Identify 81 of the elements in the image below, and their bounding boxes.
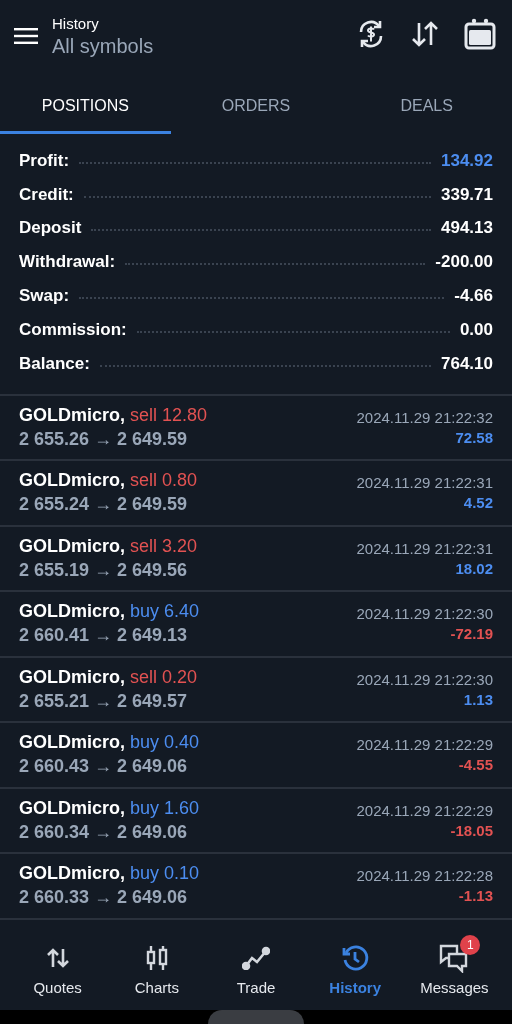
tab[interactable]: ORDERS (170, 80, 342, 134)
price-range: 2 660.43 → 2 649.06 (19, 756, 189, 778)
symbol-name: GOLDmicro, (19, 666, 125, 687)
timestamp: 2024.11.29 21:22:30 (356, 670, 493, 688)
line-chart-icon (242, 946, 270, 971)
calendar-icon[interactable] (464, 18, 496, 50)
price-range: 2 655.21 → 2 649.57 (19, 690, 189, 712)
symbol-name: GOLDmicro, (19, 863, 125, 884)
nav-tab[interactable]: 1 Messages (404, 933, 504, 997)
tab[interactable]: POSITIONS (0, 80, 171, 134)
profit-value: 1.13 (463, 690, 493, 708)
summary-label: Credit: (19, 184, 74, 205)
summary-label: Deposit (19, 218, 82, 239)
trade-volume: sell 0.20 (130, 666, 198, 687)
summary-value: 339.71 (441, 184, 493, 205)
summary-label: Swap: (19, 286, 70, 307)
timestamp: 2024.11.29 21:22:32 (356, 408, 493, 426)
summary-label: Withdrawal: (19, 252, 116, 273)
summary-value: -4.66 (454, 286, 493, 307)
history-icon (341, 944, 370, 973)
symbol-name: GOLDmicro, (19, 470, 125, 491)
timestamp: 2024.11.29 21:22:29 (356, 736, 493, 754)
timestamp: 2024.11.29 21:22:31 (356, 539, 493, 557)
position-row[interactable]: GOLDmicro, buy 6.40 2 660.41 → 2 649.13 2024.11.29 21:22:30 -72.19 (0, 592, 512, 658)
sort-icon[interactable] (410, 19, 440, 49)
tab[interactable]: DEALS (341, 80, 512, 134)
profit-value: -18.05 (450, 821, 493, 839)
symbol-name: GOLDmicro, (19, 601, 125, 622)
summary-value: 134.92 (441, 150, 493, 171)
trade-volume: buy 1.60 (130, 797, 200, 818)
price-range: 2 660.34 → 2 649.06 (19, 821, 189, 843)
profit-value: -72.19 (450, 625, 493, 643)
price-range: 2 655.19 → 2 649.56 (19, 559, 189, 581)
symbol-name: GOLDmicro, (19, 404, 125, 425)
nav-tab[interactable]: History (305, 933, 405, 997)
summary-value: 764.10 (441, 353, 493, 374)
price-range: 2 655.24 → 2 649.59 (19, 494, 189, 516)
up-down-arrows-icon (45, 947, 70, 970)
symbol-name: GOLDmicro, (19, 732, 125, 753)
screen-title: History (52, 14, 100, 32)
candlestick-icon (144, 945, 169, 972)
position-row[interactable]: GOLDmicro, sell 3.20 2 655.19 → 2 649.56 2024.11.29 21:22:31 18.02 (0, 526, 512, 593)
timestamp: 2024.11.29 21:22:30 (356, 605, 493, 623)
position-row[interactable]: GOLDmicro, buy 1.60 2 660.34 → 2 649.06 2024.11.29 21:22:29 -18.05 (0, 788, 512, 855)
trade-volume: buy 6.40 (130, 601, 200, 622)
timestamp: 2024.11.29 21:22:31 (356, 474, 493, 492)
symbol-filter[interactable]: All symbols (52, 34, 356, 58)
timestamp: 2024.11.29 21:22:28 (356, 867, 493, 885)
gesture-handle[interactable] (208, 1010, 304, 1024)
timestamp: 2024.11.29 21:22:29 (356, 801, 493, 819)
profit-value: 72.58 (455, 428, 493, 446)
notification-badge: 1 (460, 935, 481, 956)
symbol-name: GOLDmicro, (19, 797, 125, 818)
summary-value: -200.00 (435, 252, 493, 273)
position-row[interactable]: GOLDmicro, sell 0.80 2 655.24 → 2 649.59 2024.11.29 21:22:31 4.52 (0, 461, 512, 527)
price-range: 2 660.33 → 2 649.06 (19, 887, 189, 909)
trade-volume: sell 12.80 (130, 404, 208, 425)
summary-value: 494.13 (441, 218, 493, 239)
nav-tab[interactable]: Charts (107, 933, 207, 997)
trade-volume: buy 0.40 (130, 732, 200, 753)
summary-label: Profit: (19, 150, 70, 171)
menu-icon[interactable] (14, 27, 38, 45)
nav-tab[interactable]: Quotes (8, 933, 108, 997)
profit-value: 18.02 (455, 559, 493, 577)
trade-volume: sell 0.80 (130, 470, 198, 491)
profit-value: 4.52 (463, 494, 493, 512)
nav-tab[interactable]: Trade (206, 933, 306, 997)
summary-label: Commission: (19, 319, 127, 340)
price-range: 2 655.26 → 2 649.59 (19, 428, 189, 450)
position-row[interactable]: GOLDmicro, sell 0.20 2 655.21 → 2 649.57 2024.11.29 21:22:30 1.13 (0, 657, 512, 724)
position-row[interactable]: GOLDmicro, buy 0.10 2 660.33 → 2 649.06 2024.11.29 21:22:28 -1.13 (0, 854, 512, 920)
profit-value: -1.13 (458, 887, 493, 905)
summary-value: 0.00 (459, 319, 493, 340)
symbol-name: GOLDmicro, (19, 535, 125, 556)
trade-volume: sell 3.20 (130, 535, 198, 556)
trade-volume: buy 0.10 (130, 863, 200, 884)
summary-label: Balance: (19, 353, 90, 374)
position-row[interactable]: GOLDmicro, buy 0.40 2 660.43 → 2 649.06 2024.11.29 21:22:29 -4.55 (0, 723, 512, 789)
profit-value: -4.55 (458, 756, 493, 774)
price-range: 2 660.41 → 2 649.13 (19, 625, 189, 647)
position-row[interactable]: GOLDmicro, sell 12.80 2 655.26 → 2 649.59 2024.11.29 21:22:32 72.58 (0, 395, 512, 462)
